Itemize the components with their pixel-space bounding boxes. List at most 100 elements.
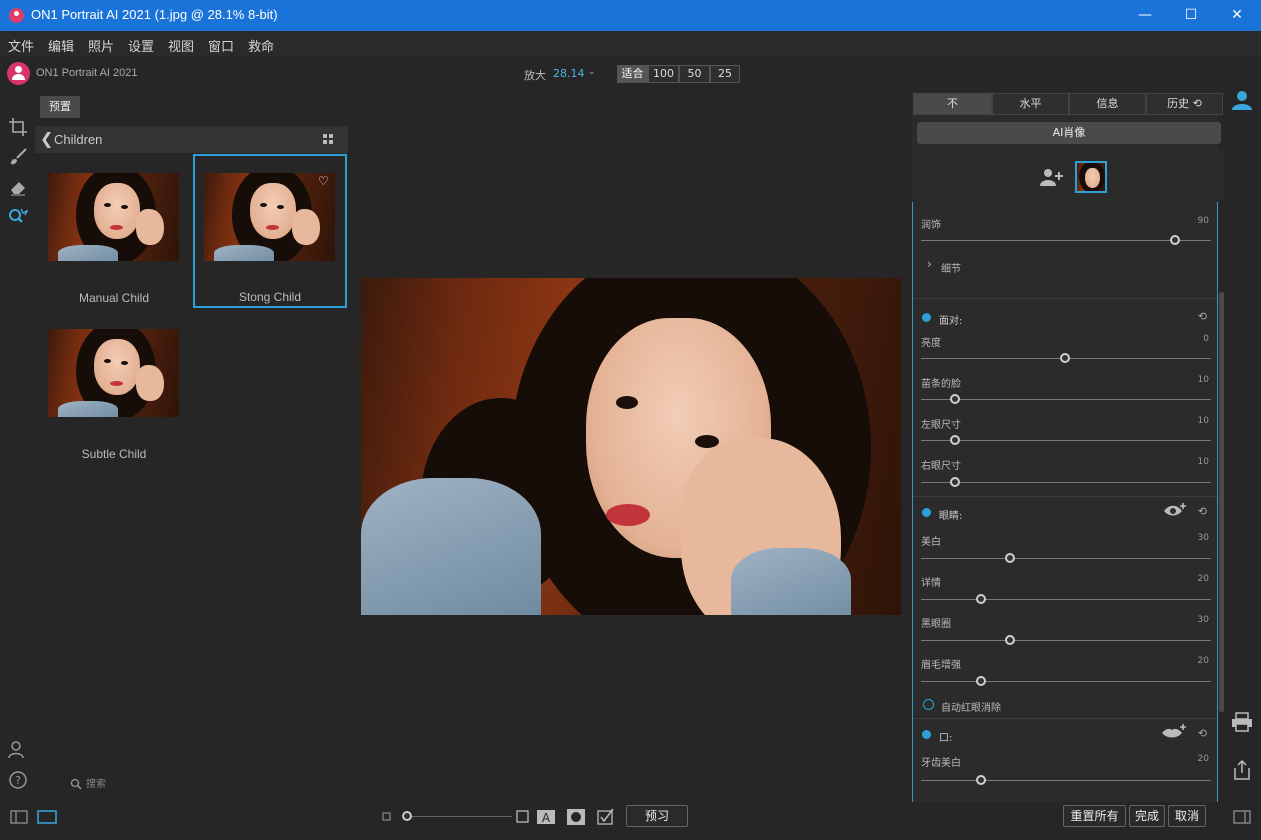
panel-toggle-icon[interactable] (10, 810, 28, 824)
slider-track[interactable] (921, 482, 1211, 483)
zoom-100-button[interactable]: 100 (648, 65, 679, 83)
face-thumbnail[interactable] (1075, 161, 1107, 193)
chevron-right-icon[interactable]: › (927, 257, 932, 271)
cancel-button[interactable]: 取消 (1168, 805, 1206, 827)
size-slider-track[interactable] (412, 816, 512, 817)
section-toggle-mouth[interactable] (922, 730, 931, 739)
size-slider-thumb[interactable] (402, 811, 412, 821)
tab-levels[interactable]: 水平 (992, 93, 1069, 115)
done-button[interactable]: 完成 (1129, 805, 1165, 827)
adjustment-scroll-area: 润饰 90 › 细节 面对: ⟲ 亮度 0 苗条的脸 10 左眼尺寸 10 右眼… (912, 202, 1218, 802)
slider-track[interactable] (921, 240, 1211, 241)
preview-button[interactable]: 预习 (626, 805, 688, 827)
slider-thumb[interactable] (1004, 553, 1015, 563)
tab-none[interactable]: 不 (913, 93, 992, 115)
menu-photo[interactable]: 照片 (88, 36, 114, 55)
heart-icon[interactable]: ♡ (318, 174, 329, 188)
maximize-button[interactable]: ☐ (1168, 0, 1214, 31)
slider-thumb[interactable] (975, 594, 986, 604)
slider-value: 90 (1197, 216, 1209, 226)
reset-icon[interactable]: ⟲ (1198, 310, 1207, 323)
portrait-retouch-icon[interactable] (8, 207, 28, 227)
adjustment-panel: 不 水平 信息 历史 ⟲ AI肖像 润饰 90 › 细节 面对: ⟲ 亮度 0 … (912, 92, 1224, 802)
close-button[interactable]: ✕ (1214, 0, 1260, 31)
slider-thumb[interactable] (1004, 635, 1015, 645)
section-toggle-face[interactable] (922, 313, 931, 322)
mask-overlay-icon[interactable] (567, 809, 585, 825)
slider-track[interactable] (921, 780, 1211, 781)
bottom-bar: A 预习 重置所有 完成 取消 (0, 802, 1261, 840)
single-view-icon[interactable] (37, 810, 57, 824)
add-person-icon[interactable] (1040, 168, 1064, 186)
main-photo-canvas[interactable] (361, 278, 901, 615)
brush-icon[interactable] (8, 147, 28, 167)
reset-icon[interactable]: ⟲ (1198, 505, 1207, 518)
person-settings-icon[interactable] (8, 740, 28, 760)
ai-portrait-button[interactable]: AI肖像 (917, 122, 1221, 144)
slider-track[interactable] (921, 599, 1211, 600)
section-title-face: 面对: (939, 316, 963, 327)
app-name: ON1 Portrait AI 2021 (36, 67, 138, 79)
preset-manual-child[interactable]: Manual Child (37, 155, 191, 309)
tab-info[interactable]: 信息 (1069, 93, 1146, 115)
chevron-down-icon[interactable]: ⌄ (588, 67, 596, 77)
red-eye-checkbox[interactable] (923, 699, 934, 710)
preset-subtle-child[interactable]: Subtle Child (37, 311, 191, 465)
slider-thumb[interactable] (949, 435, 960, 445)
zoom-label: 放大 (524, 69, 546, 82)
grid-view-icon[interactable] (323, 134, 334, 145)
preset-stong-child[interactable]: ♡ Stong Child (193, 154, 347, 308)
slider-label: 左眼尺寸 (921, 420, 961, 431)
slider-thumb[interactable] (975, 676, 986, 686)
slider-track[interactable] (921, 399, 1211, 400)
eye-add-icon[interactable] (1163, 502, 1187, 518)
reset-icon[interactable]: ⟲ (1198, 727, 1207, 740)
slider-thumb[interactable] (949, 394, 960, 404)
panel-scrollbar[interactable] (1219, 292, 1224, 712)
large-size-icon (516, 810, 529, 823)
reset-all-button[interactable]: 重置所有 (1063, 805, 1126, 827)
slider-track[interactable] (921, 640, 1211, 641)
zoom-25-button[interactable]: 25 (710, 65, 740, 83)
help-icon[interactable]: ? (8, 770, 28, 790)
section-toggle-eyes[interactable] (922, 508, 931, 517)
tab-presets[interactable]: 预置 (40, 96, 80, 118)
export-icon[interactable] (1233, 760, 1251, 780)
slider-thumb[interactable] (1170, 235, 1181, 245)
crop-icon[interactable] (8, 117, 28, 137)
back-icon[interactable]: ❮ (40, 129, 53, 148)
right-panel-toggle-icon[interactable] (1233, 810, 1251, 824)
window-title: ON1 Portrait AI 2021 (1.jpg @ 28.1% 8-bi… (31, 7, 278, 22)
tab-history[interactable]: 历史 ⟲ (1146, 93, 1223, 115)
print-icon[interactable] (1231, 712, 1253, 732)
lips-add-icon[interactable] (1161, 723, 1187, 741)
menu-settings[interactable]: 设置 (128, 36, 154, 55)
user-icon[interactable] (1231, 89, 1253, 111)
search-input[interactable] (86, 777, 206, 791)
zoom-value[interactable]: 28.14 (553, 67, 585, 80)
face-selector (912, 150, 1224, 200)
slider-track[interactable] (921, 681, 1211, 682)
preset-thumbnail (48, 329, 179, 417)
menu-edit[interactable]: 编辑 (48, 36, 74, 55)
eraser-icon[interactable] (8, 177, 28, 197)
slider-label: 苗条的脸 (921, 379, 961, 390)
slider-thumb[interactable] (949, 477, 960, 487)
text-overlay-icon[interactable]: A (537, 810, 555, 824)
menu-window[interactable]: 窗口 (208, 36, 234, 55)
slider-thumb[interactable] (975, 775, 986, 785)
slider-value: 30 (1197, 615, 1209, 625)
menu-file[interactable]: 文件 (8, 36, 34, 55)
zoom-fit-button[interactable]: 适合 (617, 65, 648, 83)
menu-help[interactable]: 救命 (248, 36, 274, 55)
compare-icon[interactable] (597, 808, 615, 825)
detail-label[interactable]: 细节 (941, 260, 961, 275)
section-title-mouth: 口: (939, 733, 953, 744)
preset-thumbnail (48, 173, 179, 261)
slider-thumb[interactable] (1060, 353, 1070, 363)
menu-view[interactable]: 视图 (168, 36, 194, 55)
minimize-button[interactable]: — (1122, 0, 1168, 31)
zoom-50-button[interactable]: 50 (679, 65, 710, 83)
slider-track[interactable] (921, 440, 1211, 441)
slider-track[interactable] (921, 558, 1211, 559)
